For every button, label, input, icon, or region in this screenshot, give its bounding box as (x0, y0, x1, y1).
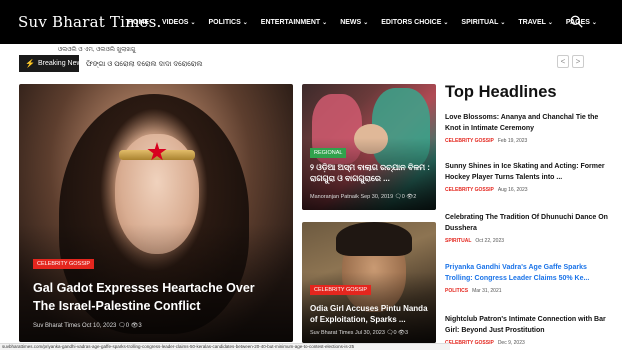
chevron-down-icon: ⌄ (591, 19, 597, 26)
nav-item-label: SPIRITUAL (461, 18, 499, 26)
card2-title[interactable]: Odia Girl Accuses Pintu Nanda of Exploit… (310, 303, 434, 325)
breaking-subline: ଓଲଓଲି ଓ ଏମ, ଓଲଓଲି ଖୁଲାଖଗୁ (58, 47, 136, 53)
hero-meta: Suv Bharat Times Oct 10, 2023 🗨0 👁3 (33, 322, 142, 329)
hero-date: Oct 10, 2023 (82, 323, 117, 329)
chevron-down-icon: ⌄ (190, 19, 196, 26)
card2-comments: 0 (393, 330, 397, 336)
lightning-icon: ⚡ (25, 59, 35, 68)
headline-date: Oct 22, 2023 (475, 238, 505, 244)
status-bar-url: suvbharattimes.com/priyanka-gandhi-vadra… (0, 343, 450, 350)
headline-title[interactable]: Priyanka Gandhi Vadra's Age Gaffe Sparks… (445, 262, 615, 284)
breaking-ticker-text[interactable]: ଫିଙ୍ଗା ଓ ପରୋଲା ଦରୋଲ ଦାଦା ଦରୋରୋଲ (86, 61, 202, 69)
nav-item-videos[interactable]: VIDEOS ⌄ (162, 19, 195, 26)
chevron-down-icon: ⌄ (500, 19, 506, 26)
nav-item-label: TRAVEL (518, 18, 546, 26)
card1-comments: 0 (401, 194, 405, 200)
card2-views: 3 (405, 330, 409, 336)
headline-item[interactable]: Nightclub Patron's Intimate Connection w… (445, 314, 615, 346)
nav-item-label: ENTERTAINMENT (260, 18, 321, 26)
chevron-down-icon: ⌄ (363, 19, 369, 26)
comment-icon: 🗨 (118, 323, 126, 329)
hero-category-badge[interactable]: CELEBRITY GOSSIP (33, 259, 95, 269)
card2-author[interactable]: Suv Bharat Times (310, 330, 353, 336)
ticker-prev-button[interactable]: < (557, 55, 569, 68)
card2-meta: Suv Bharat Times Jul 30, 2023 🗨0 👁3 (310, 330, 408, 336)
card2-category-badge[interactable]: CELEBRITY GOSSIP (310, 285, 372, 295)
card1-title[interactable]: ୨ ଓଡ଼ିଆ ଅସ୍ମ ବାଲାଗ ରଚ୍ଯାନ ବିଳମ : ରାଗଗୁରା… (310, 162, 434, 184)
headline-title[interactable]: Nightclub Patron's Intimate Connection w… (445, 314, 615, 336)
headline-category[interactable]: SPIRITUAL (445, 238, 471, 244)
nav-item-politics[interactable]: POLITICS ⌄ (208, 19, 247, 26)
headline-date: Dec 9, 2023 (497, 340, 525, 346)
nav-item-label: POLITICS (208, 18, 241, 26)
headline-item[interactable]: Priyanka Gandhi Vadra's Age Gaffe Sparks… (445, 262, 615, 294)
headline-date: Feb 19, 2023 (497, 138, 528, 144)
nav-item-label: EDITORS CHOICE (381, 18, 442, 26)
hero-title[interactable]: Gal Gadot Expresses Heartache Over The I… (33, 279, 273, 315)
views-icon: 👁 (398, 330, 406, 336)
regional-article-card[interactable]: REGIONAL ୨ ଓଡ଼ିଆ ଅସ୍ମ ବାଲାଗ ରଚ୍ଯାନ ବିଳମ … (302, 84, 436, 210)
breaking-news-text: Breaking News (37, 60, 86, 67)
card1-date: Sep 30, 2019 (360, 194, 394, 200)
main-menu: HOME VIDEOS ⌄ POLITICS ⌄ ENTERTAINMENT ⌄ NEWS ⌄ E… (128, 0, 610, 44)
chevron-down-icon: ⌄ (322, 19, 328, 26)
headline-meta: POLITICS Mar 31, 2021 (445, 288, 615, 294)
chevron-down-icon: ⌄ (547, 19, 553, 26)
card1-meta: Manoranjan Patnaik Sep 30, 2019 🗨0 👁2 (310, 194, 416, 200)
headline-title[interactable]: Sunny Shines in Ice Skating and Acting: … (445, 161, 615, 183)
nav-item-entertainment[interactable]: ENTERTAINMENT ⌄ (261, 19, 327, 26)
top-headlines-heading: Top Headlines (445, 83, 557, 101)
card1-category-badge[interactable]: REGIONAL (310, 148, 347, 158)
card1-author[interactable]: Manoranjan Patnaik (310, 194, 359, 200)
hero-author[interactable]: Suv Bharat Times (33, 323, 80, 329)
headline-item[interactable]: Celebrating The Tradition Of Dhunuchi Da… (445, 212, 615, 244)
headline-item[interactable]: Sunny Shines in Ice Skating and Acting: … (445, 161, 615, 193)
headline-category[interactable]: CELEBRITY GOSSIP (445, 138, 494, 144)
headline-date: Aug 16, 2023 (497, 187, 528, 193)
nav-item-spiritual[interactable]: SPIRITUAL ⌄ (461, 19, 505, 26)
nav-item-label: HOME (128, 18, 149, 26)
headline-category[interactable]: CELEBRITY GOSSIP (445, 187, 494, 193)
headline-item[interactable]: Love Blossoms: Ananya and Chanchal Tie t… (445, 112, 615, 144)
nav-item-label: NEWS (340, 18, 362, 26)
chevron-down-icon: ⌄ (443, 19, 449, 26)
hero-comments: 0 (125, 323, 130, 329)
headline-category[interactable]: POLITICS (445, 288, 468, 294)
headline-category[interactable]: CELEBRITY GOSSIP (445, 340, 494, 346)
top-nav-bar: Suv Bharat Times. HOME VIDEOS ⌄ POLITICS ⌄ EN… (0, 0, 622, 44)
chevron-down-icon: ⌄ (242, 19, 248, 26)
hero-views: 3 (138, 323, 142, 329)
ticker-next-button[interactable]: > (572, 55, 584, 68)
headline-meta: CELEBRITY GOSSIP Feb 19, 2023 (445, 138, 615, 144)
breaking-news-label: ⚡ Breaking News (19, 55, 85, 72)
headline-meta: CELEBRITY GOSSIP Dec 9, 2023 (445, 340, 615, 346)
comment-icon: 🗨 (394, 194, 402, 200)
headline-meta: CELEBRITY GOSSIP Aug 16, 2023 (445, 187, 615, 193)
nav-item-label: VIDEOS (162, 18, 189, 26)
headline-title[interactable]: Celebrating The Tradition Of Dhunuchi Da… (445, 212, 615, 234)
card1-views: 2 (413, 194, 417, 200)
headline-title[interactable]: Love Blossoms: Ananya and Chanchal Tie t… (445, 112, 615, 134)
search-icon[interactable] (570, 15, 583, 28)
nav-item-home[interactable]: HOME (128, 19, 149, 26)
headline-meta: SPIRITUAL Oct 22, 2023 (445, 238, 615, 244)
nav-item-editors-choice[interactable]: EDITORS CHOICE ⌄ (381, 19, 448, 26)
nav-item-news[interactable]: NEWS ⌄ (340, 19, 368, 26)
headline-date: Mar 31, 2021 (472, 288, 502, 294)
nav-item-travel[interactable]: TRAVEL ⌄ (518, 19, 553, 26)
card2-date: Jul 30, 2023 (354, 330, 385, 336)
gossip-article-card[interactable]: CELEBRITY GOSSIP Odia Girl Accuses Pintu… (302, 222, 436, 343)
